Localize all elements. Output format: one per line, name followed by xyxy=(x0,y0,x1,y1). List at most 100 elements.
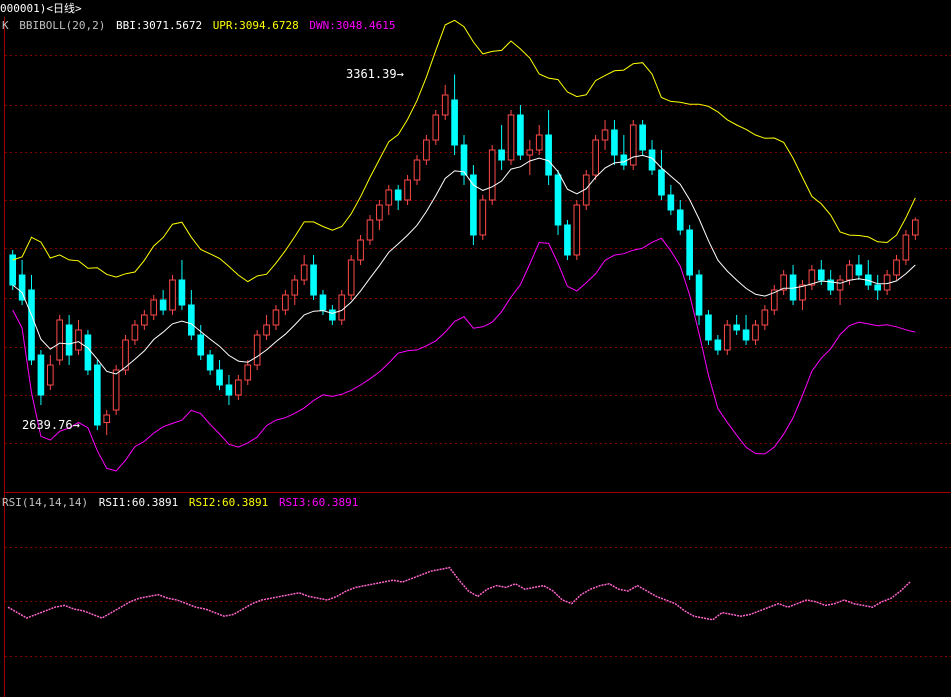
candle xyxy=(423,135,430,165)
candle xyxy=(799,280,806,310)
candle-body xyxy=(705,314,712,341)
candle-body xyxy=(56,319,64,361)
candle xyxy=(676,200,684,235)
candle-body xyxy=(517,114,524,156)
candle-body xyxy=(385,189,393,206)
bbi-value: BBI:3071.5672 xyxy=(115,19,203,32)
candle xyxy=(535,125,543,155)
candle xyxy=(329,305,336,325)
candle xyxy=(310,255,317,300)
candle-body xyxy=(564,224,571,256)
candle xyxy=(413,155,421,185)
candle xyxy=(460,135,468,185)
candle xyxy=(752,320,759,345)
candle-body xyxy=(658,169,665,196)
candle-body xyxy=(611,129,618,156)
candle xyxy=(253,330,261,370)
candle-body xyxy=(103,414,111,423)
candle-body xyxy=(554,174,562,226)
candle-body xyxy=(338,294,346,321)
candle xyxy=(141,310,148,330)
candle xyxy=(545,110,552,185)
candle-body xyxy=(376,204,383,221)
main-indicator-header: K BBIBOLL(20,2) BBI:3071.5672 UPR:3094.6… xyxy=(2,19,400,32)
candle xyxy=(789,265,797,305)
candle xyxy=(216,360,223,390)
candle xyxy=(441,85,449,120)
candle-body xyxy=(197,334,205,356)
candle-body xyxy=(667,194,675,211)
candle-body xyxy=(75,329,82,351)
candle-body xyxy=(545,134,552,176)
candle-body xyxy=(404,179,411,201)
candle-body xyxy=(742,329,750,341)
candle-body xyxy=(432,114,440,141)
candle xyxy=(498,125,505,170)
candle xyxy=(46,355,54,390)
dwn-value: DWN:3048.4615 xyxy=(309,19,396,32)
candle-body xyxy=(507,114,515,161)
candle-body xyxy=(761,309,769,326)
candle-body xyxy=(65,324,73,356)
candle-body xyxy=(366,219,374,241)
rsi3-value: RSI3:60.3891 xyxy=(278,496,359,509)
candle xyxy=(206,350,214,375)
candle xyxy=(592,135,599,180)
rsi-panel-grid xyxy=(5,547,951,657)
candle xyxy=(629,120,637,170)
candle-body xyxy=(601,129,609,141)
window-title: 000001)<日线> xyxy=(0,0,86,16)
candle-body xyxy=(526,149,534,156)
window-title-text: 000001)<日线> xyxy=(0,2,82,15)
indicator-params: BBIBOLL(20,2) xyxy=(19,19,106,32)
candle-body xyxy=(263,324,270,336)
rsi-line xyxy=(7,566,911,621)
candle-body xyxy=(817,269,825,281)
candle-body xyxy=(319,294,327,311)
candle xyxy=(178,260,186,310)
high-price-annotation: 3361.39→ xyxy=(346,67,404,81)
candle xyxy=(84,330,92,375)
rsi-params: RSI(14,14,14) xyxy=(2,496,89,509)
candle xyxy=(366,215,374,245)
candle-body xyxy=(686,229,693,276)
candle-body xyxy=(723,324,731,351)
candle-body xyxy=(291,279,299,296)
kline-chart[interactable] xyxy=(0,0,951,697)
candle xyxy=(601,120,609,150)
rsi-series xyxy=(7,566,911,621)
candle-body xyxy=(300,264,308,281)
low-price-annotation: 2639.76→ xyxy=(22,418,80,432)
candle-body xyxy=(282,294,289,311)
candle xyxy=(808,265,816,290)
candle-body xyxy=(272,309,280,326)
candle xyxy=(385,185,393,215)
candle xyxy=(376,200,383,230)
candle xyxy=(188,290,195,340)
candle-body xyxy=(479,199,487,236)
candle-body xyxy=(178,279,186,306)
candle-body xyxy=(441,94,449,116)
candle-body xyxy=(902,234,910,261)
candle xyxy=(714,335,722,355)
candle xyxy=(564,220,571,260)
candle-body xyxy=(159,299,167,311)
candle xyxy=(874,275,882,300)
candle-body xyxy=(423,139,430,161)
candle xyxy=(864,260,872,290)
candle xyxy=(526,140,534,175)
candle xyxy=(902,230,910,265)
candle-body xyxy=(253,334,261,366)
candle xyxy=(470,165,477,245)
candle-body xyxy=(46,364,54,386)
candle xyxy=(507,110,515,165)
candle-body xyxy=(225,384,233,396)
bbiboll-bands xyxy=(12,19,916,472)
candle-body xyxy=(714,339,722,351)
candle-body xyxy=(629,124,637,166)
candle-body xyxy=(28,289,35,361)
candle xyxy=(451,74,458,155)
candle xyxy=(554,170,562,235)
high-price-value: 3361.39 xyxy=(346,67,397,81)
candle xyxy=(432,110,440,145)
